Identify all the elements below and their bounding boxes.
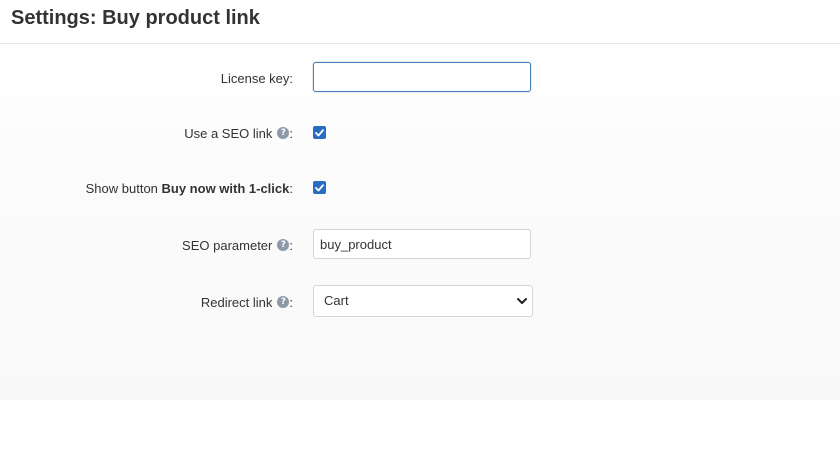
page-header: Settings: Buy product link bbox=[0, 0, 840, 44]
redirect-link-label-text: Redirect link bbox=[200, 294, 273, 310]
show-button-label-prefix: Show button bbox=[85, 180, 162, 196]
show-button-label: Show button Buy now with 1-click: bbox=[86, 171, 293, 205]
license-key-input[interactable] bbox=[313, 62, 531, 92]
use-seo-link-label: Use a SEO link ? : bbox=[184, 116, 293, 150]
redirect-link-row: Redirect link ? : Cart bbox=[0, 285, 840, 319]
checkmark-icon bbox=[315, 183, 324, 191]
question-circle-icon[interactable]: ? bbox=[277, 296, 290, 308]
use-seo-link-row: Use a SEO link ? : bbox=[0, 116, 840, 150]
chevron-down-icon bbox=[517, 298, 527, 304]
license-key-row: License key: bbox=[0, 61, 840, 95]
show-button-colon: : bbox=[289, 180, 293, 196]
use-seo-link-label-text: Use a SEO link bbox=[184, 125, 273, 141]
show-button-row: Show button Buy now with 1-click: bbox=[0, 171, 840, 205]
page-title: Settings: Buy product link bbox=[11, 7, 260, 29]
checkmark-icon bbox=[315, 128, 324, 136]
question-circle-icon[interactable]: ? bbox=[277, 239, 290, 251]
redirect-link-select[interactable]: Cart bbox=[313, 285, 533, 317]
show-button-checkbox[interactable] bbox=[313, 181, 326, 194]
seo-parameter-label: SEO parameter ? : bbox=[182, 228, 293, 262]
show-button-label-bold: Buy now with 1-click bbox=[161, 180, 290, 196]
seo-parameter-input[interactable] bbox=[313, 229, 531, 259]
question-circle-icon[interactable]: ? bbox=[277, 127, 290, 139]
redirect-link-label: Redirect link ? : bbox=[201, 285, 293, 319]
seo-parameter-colon: : bbox=[289, 237, 293, 253]
license-key-label: License key: bbox=[221, 61, 293, 95]
settings-form: License key: Use a SEO link ? : Show but… bbox=[0, 44, 840, 400]
redirect-link-colon: : bbox=[289, 294, 293, 310]
use-seo-link-colon: : bbox=[289, 125, 293, 141]
use-seo-link-checkbox[interactable] bbox=[313, 126, 326, 139]
license-key-label-text: License key: bbox=[220, 70, 293, 86]
redirect-link-selected-value: Cart bbox=[324, 293, 349, 308]
seo-parameter-label-text: SEO parameter bbox=[182, 237, 273, 253]
seo-parameter-row: SEO parameter ? : bbox=[0, 228, 840, 262]
